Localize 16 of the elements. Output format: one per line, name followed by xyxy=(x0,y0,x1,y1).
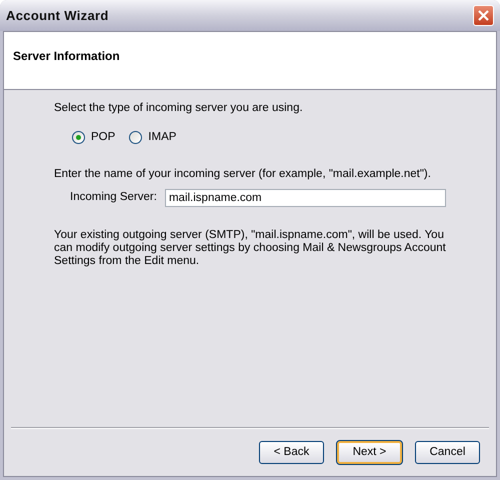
dialog-button[interactable]: Cancel xyxy=(415,441,480,464)
dialog-button[interactable]: Next > xyxy=(337,441,402,464)
server-field[interactable]: mail.ispname.com xyxy=(164,188,446,207)
radio-option[interactable]: POP xyxy=(72,129,116,146)
info-text: Your existing outgoing server (SMTP), "mail.ispname.com", will be used. You can modify outgoing server settings by choosing Mail & Newsgroups Account Settings from the Edit menu. xyxy=(54,228,447,268)
close-icon xyxy=(478,10,489,21)
field-label: Incoming Server: xyxy=(70,190,158,206)
prompt-text: Select the type of incoming server you are using. xyxy=(54,101,304,116)
radio-button[interactable] xyxy=(72,131,85,144)
close-button[interactable] xyxy=(473,5,494,26)
page-title: Server Information xyxy=(13,49,120,63)
radio-option[interactable]: IMAP xyxy=(129,129,176,146)
radio-button[interactable] xyxy=(129,131,142,144)
window-title: Account Wizard xyxy=(6,6,109,25)
dialog-button[interactable]: < Back xyxy=(259,441,324,464)
prompt-text: Enter the name of your incoming server (for example, "mail.example.net"). xyxy=(54,166,432,182)
